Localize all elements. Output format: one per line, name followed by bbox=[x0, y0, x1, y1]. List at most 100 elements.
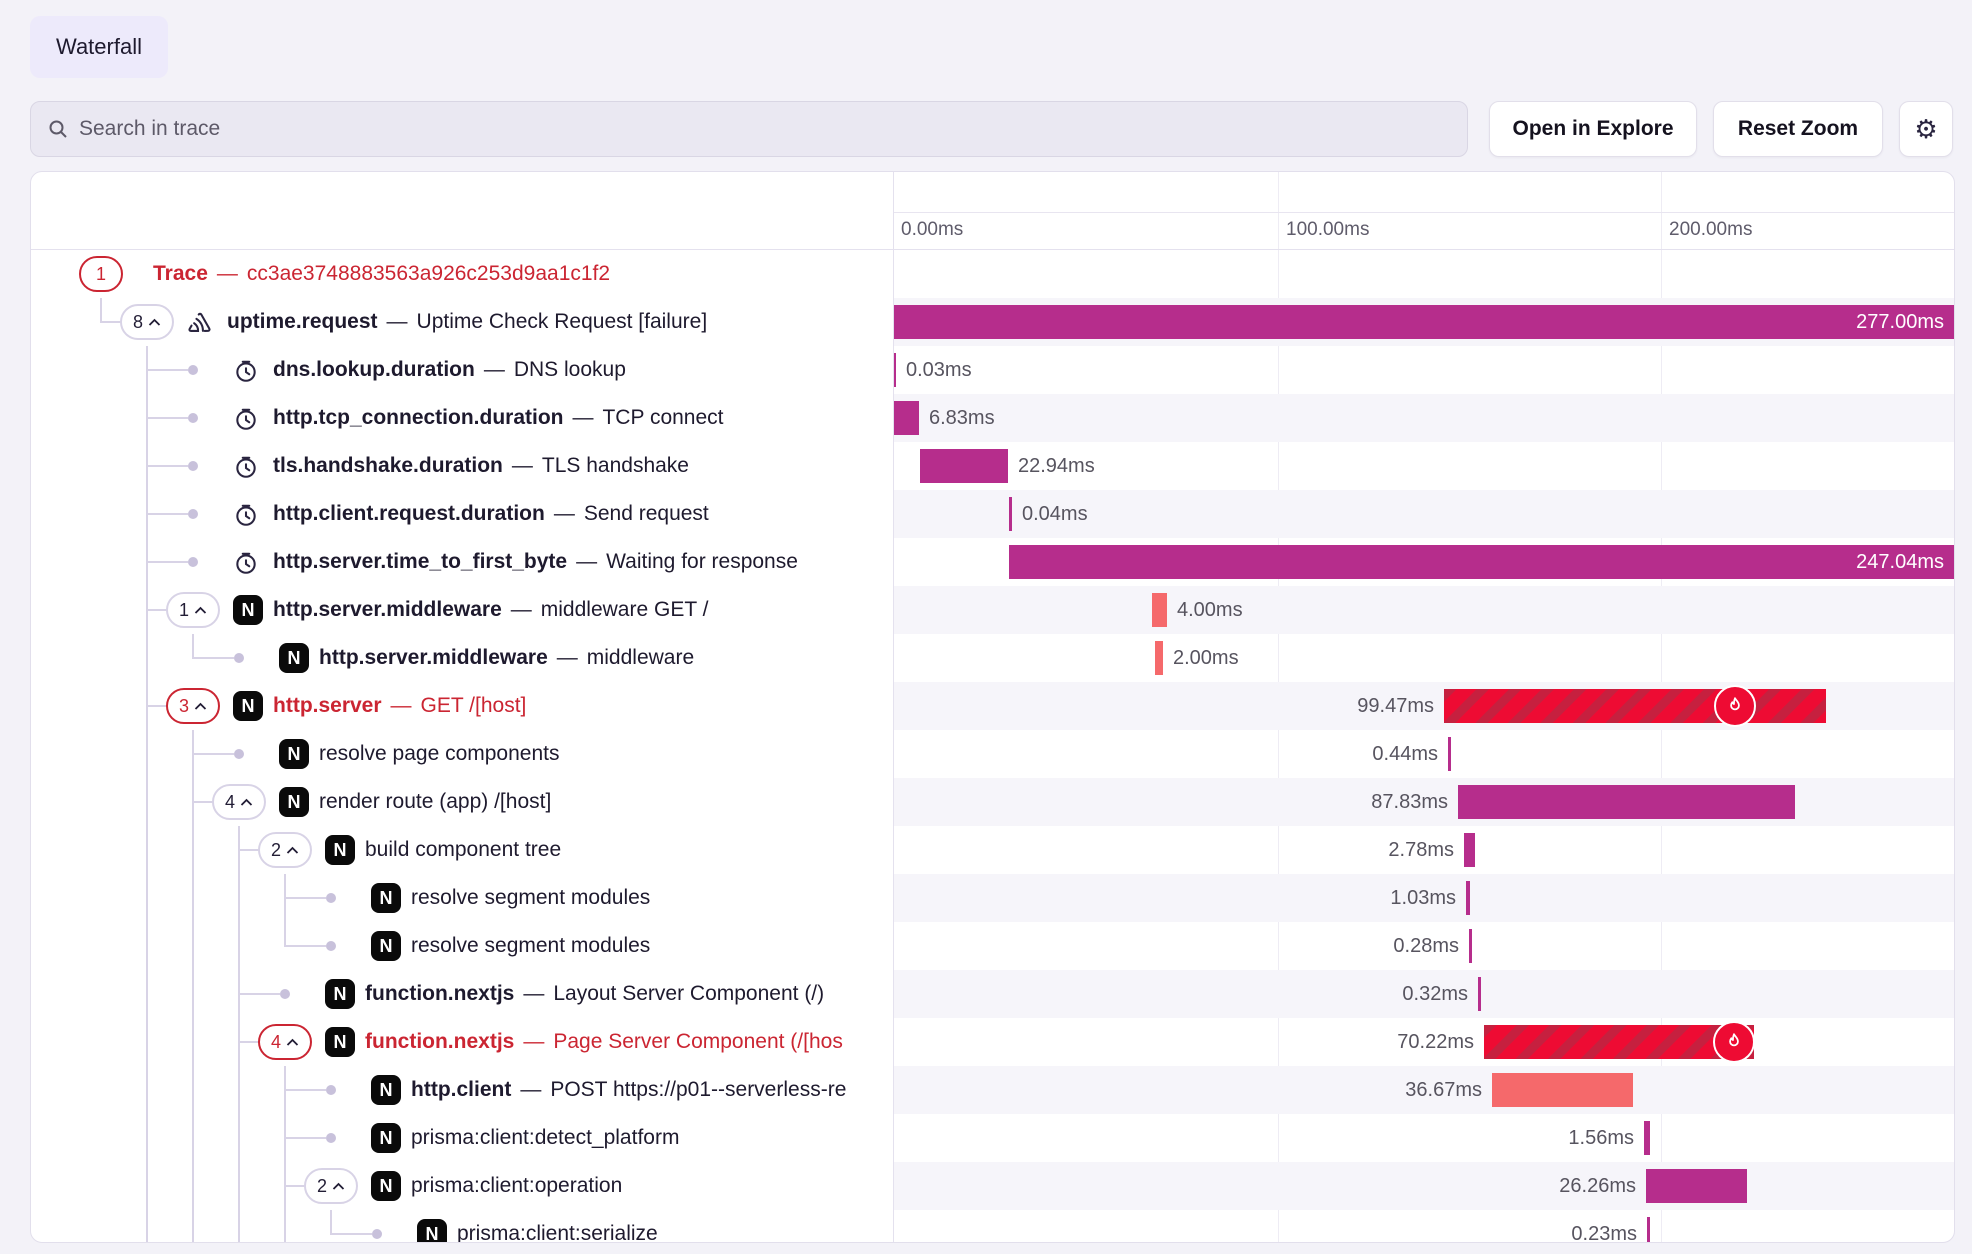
duration-bar[interactable] bbox=[1478, 977, 1481, 1011]
trace-tree-row[interactable]: Nfunction.nextjs—Layout Server Component… bbox=[31, 970, 893, 1018]
duration-bar[interactable] bbox=[1466, 881, 1470, 915]
nextjs-icon: N bbox=[233, 595, 263, 625]
trace-tree-row[interactable]: 2Nprisma:client:operation bbox=[31, 1162, 893, 1210]
span-op: render route (app) /[host] bbox=[319, 790, 551, 814]
duration-bar[interactable] bbox=[1647, 1217, 1650, 1243]
fire-badge[interactable] bbox=[1714, 685, 1756, 727]
trace-tree-row[interactable]: Nprisma:client:detect_platform bbox=[31, 1114, 893, 1162]
duration-bar[interactable] bbox=[920, 449, 1008, 483]
trace-tree-row[interactable]: 8uptime.request—Uptime Check Request [fa… bbox=[31, 298, 893, 346]
fire-badge[interactable] bbox=[1713, 1021, 1755, 1063]
trace-tree-row[interactable]: Nprisma:client:serialize bbox=[31, 1210, 893, 1243]
duration-bar[interactable] bbox=[1448, 737, 1451, 771]
trace-tree-row[interactable]: Nhttp.client—POST https://p01--serverles… bbox=[31, 1066, 893, 1114]
tree-guide-line bbox=[146, 1066, 148, 1114]
tree-guide-line bbox=[146, 1162, 148, 1210]
waterfall-row[interactable]: 0.03ms bbox=[893, 346, 1955, 394]
waterfall-row[interactable] bbox=[893, 250, 1955, 298]
waterfall-row[interactable]: 70.22ms bbox=[893, 1018, 1955, 1066]
open-in-explore-button[interactable]: Open in Explore bbox=[1489, 101, 1697, 157]
children-count-badge[interactable]: 1 bbox=[79, 256, 123, 292]
children-count-badge[interactable]: 4 bbox=[212, 784, 266, 820]
waterfall-row[interactable]: 0.32ms bbox=[893, 970, 1955, 1018]
waterfall-row[interactable]: 4.00ms bbox=[893, 586, 1955, 634]
duration-bar[interactable] bbox=[1458, 785, 1795, 819]
trace-tree-row[interactable]: 3Nhttp.server—GET /[host] bbox=[31, 682, 893, 730]
clock-icon bbox=[233, 454, 259, 480]
duration-bar[interactable] bbox=[1469, 929, 1472, 963]
waterfall-row[interactable]: 1.56ms bbox=[893, 1114, 1955, 1162]
tree-guide-line bbox=[238, 874, 240, 922]
trace-tree-row[interactable]: dns.lookup.duration—DNS lookup bbox=[31, 346, 893, 394]
span-text: http.tcp_connection.duration—TCP connect bbox=[273, 394, 724, 442]
trace-tree-row[interactable]: 1Nhttp.server.middleware—middleware GET … bbox=[31, 586, 893, 634]
children-count-badge[interactable]: 3 bbox=[166, 688, 220, 724]
waterfall-row[interactable]: 0.04ms bbox=[893, 490, 1955, 538]
trace-tree-row[interactable]: tls.handshake.duration—TLS handshake bbox=[31, 442, 893, 490]
duration-bar[interactable] bbox=[1492, 1073, 1633, 1107]
trace-tree-row[interactable]: Nresolve segment modules bbox=[31, 874, 893, 922]
chevron-up-icon bbox=[148, 318, 161, 327]
waterfall-row[interactable]: 6.83ms bbox=[893, 394, 1955, 442]
trace-tree-row[interactable]: Nresolve segment modules bbox=[31, 922, 893, 970]
tree-waterfall-divider[interactable] bbox=[893, 172, 894, 1242]
nextjs-icon: N bbox=[371, 883, 401, 913]
trace-tree-row[interactable]: 1Trace—cc3ae3748883563a926c253d9aa1c1f2 bbox=[31, 250, 893, 298]
dash-separator: — bbox=[387, 310, 408, 334]
duration-bar[interactable] bbox=[1009, 497, 1012, 531]
trace-tree-row[interactable]: http.tcp_connection.duration—TCP connect bbox=[31, 394, 893, 442]
waterfall-row[interactable]: 2.78ms bbox=[893, 826, 1955, 874]
duration-bar[interactable] bbox=[1644, 1121, 1650, 1155]
reset-zoom-button[interactable]: Reset Zoom bbox=[1713, 101, 1883, 157]
children-count-badge[interactable]: 2 bbox=[258, 832, 312, 868]
trace-tree-row[interactable]: 4Nfunction.nextjs—Page Server Component … bbox=[31, 1018, 893, 1066]
trace-tree-row[interactable]: http.server.time_to_first_byte—Waiting f… bbox=[31, 538, 893, 586]
duration-bar[interactable] bbox=[1646, 1169, 1747, 1203]
span-description: GET /[host] bbox=[421, 694, 527, 718]
trace-tree-row[interactable]: 4Nrender route (app) /[host] bbox=[31, 778, 893, 826]
span-description: cc3ae3748883563a926c253d9aa1c1f2 bbox=[247, 262, 610, 286]
duration-bar[interactable] bbox=[1464, 833, 1475, 867]
waterfall-row[interactable]: 36.67ms bbox=[893, 1066, 1955, 1114]
duration-label: 1.03ms bbox=[893, 874, 1456, 922]
trace-tree-row[interactable]: http.client.request.duration—Send reques… bbox=[31, 490, 893, 538]
duration-label: 99.47ms bbox=[893, 682, 1434, 730]
flame-icon bbox=[1723, 1031, 1745, 1053]
tree-guide-line bbox=[238, 922, 240, 970]
duration-bar[interactable] bbox=[1152, 593, 1167, 627]
children-count: 1 bbox=[179, 600, 189, 621]
tree-guide-line bbox=[146, 922, 148, 970]
search-input[interactable]: Search in trace bbox=[30, 101, 1468, 157]
span-description: Layout Server Component (/) bbox=[553, 982, 824, 1006]
span-op: http.tcp_connection.duration bbox=[273, 406, 563, 430]
waterfall-row[interactable]: 26.26ms bbox=[893, 1162, 1955, 1210]
waterfall-row[interactable]: 1.03ms bbox=[893, 874, 1955, 922]
children-count-badge[interactable]: 2 bbox=[304, 1168, 358, 1204]
waterfall-row[interactable]: 22.94ms bbox=[893, 442, 1955, 490]
children-count-badge[interactable]: 4 bbox=[258, 1024, 312, 1060]
span-bullet bbox=[234, 749, 244, 759]
duration-bar[interactable] bbox=[1155, 641, 1163, 675]
trace-tree-row[interactable]: Nresolve page components bbox=[31, 730, 893, 778]
settings-button[interactable]: ⚙ bbox=[1899, 101, 1953, 157]
tab-waterfall[interactable]: Waterfall bbox=[30, 16, 168, 78]
waterfall-row[interactable]: 277.00ms bbox=[893, 298, 1955, 346]
span-op: resolve segment modules bbox=[411, 934, 650, 958]
span-text: http.server.middleware—middleware bbox=[319, 634, 694, 682]
waterfall-row[interactable]: 99.47ms bbox=[893, 682, 1955, 730]
children-count-badge[interactable]: 1 bbox=[166, 592, 220, 628]
children-count-badge[interactable]: 8 bbox=[120, 304, 174, 340]
duration-bar[interactable] bbox=[1444, 689, 1826, 723]
duration-bar[interactable] bbox=[893, 401, 919, 435]
waterfall-row[interactable]: 0.28ms bbox=[893, 922, 1955, 970]
trace-tree-row[interactable]: 2Nbuild component tree bbox=[31, 826, 893, 874]
waterfall-row[interactable]: 87.83ms bbox=[893, 778, 1955, 826]
duration-label: 277.00ms bbox=[893, 298, 1944, 346]
trace-tree-row[interactable]: Nhttp.server.middleware—middleware bbox=[31, 634, 893, 682]
waterfall-row[interactable]: 2.00ms bbox=[893, 634, 1955, 682]
waterfall-row[interactable]: 247.04ms bbox=[893, 538, 1955, 586]
waterfall-row[interactable]: 0.44ms bbox=[893, 730, 1955, 778]
tree-guide-line bbox=[238, 1162, 240, 1210]
span-description: Waiting for response bbox=[606, 550, 798, 574]
waterfall-row[interactable]: 0.23ms bbox=[893, 1210, 1955, 1243]
